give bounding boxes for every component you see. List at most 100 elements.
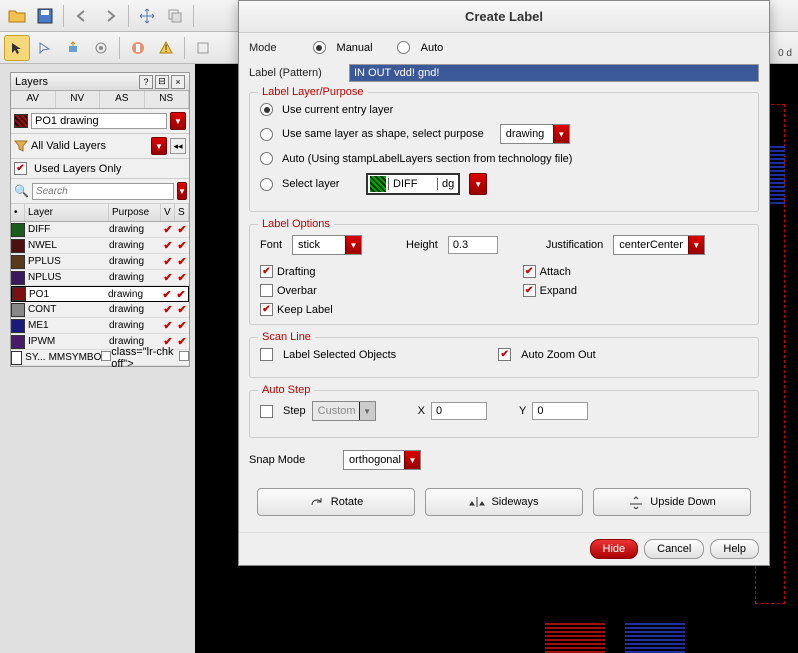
mode-manual-radio[interactable] [313,41,326,54]
opt-same-label: Use same layer as shape, select purpose [282,128,484,140]
opt-current-label: Use current entry layer [282,104,393,116]
upside-button[interactable]: Upside Down [593,488,751,516]
warning-icon[interactable]: ! [153,35,179,61]
close-icon[interactable]: × [171,75,185,89]
layer-row[interactable]: PPLUS drawing ✔ ✔ [11,254,189,270]
justification-combo[interactable]: centerCenter ▼ [613,235,705,255]
layer-dropdown-icon[interactable]: ▼ [170,112,186,130]
layers-panel: Layers ? ⊟ × AV NV AS NS PO1 drawing ▼ A… [10,72,190,367]
attach-checkbox[interactable] [523,265,536,278]
mode-manual-label: Manual [337,42,373,54]
overbar-checkbox[interactable] [260,284,273,297]
search-dropdown-icon[interactable]: ▼ [177,182,187,200]
purpose-combo[interactable]: drawing ▼ [500,124,570,144]
move-icon[interactable] [134,3,160,29]
help-icon[interactable]: ? [139,75,153,89]
opt-same-radio[interactable] [260,128,273,141]
mode-auto-label: Auto [421,42,444,54]
open-icon[interactable] [4,3,30,29]
y-label: Y [519,405,526,417]
opt-select-label: Select layer [282,178,360,190]
tab-ns[interactable]: NS [145,91,190,108]
layer-row[interactable]: PO1 drawing ✔ ✔ [11,286,189,302]
height-label: Height [406,239,438,251]
copy-icon[interactable] [162,3,188,29]
chevron-down-icon: ▼ [553,125,569,143]
tab-av[interactable]: AV [11,91,56,108]
drafting-checkbox[interactable] [260,265,273,278]
scan-legend: Scan Line [258,331,315,343]
chevron-down-icon: ▼ [688,236,704,254]
scan-line-fieldset: Scan Line Label Selected Objects Auto Zo… [249,337,759,378]
layer-purpose-fieldset: Label Layer/Purpose Use current entry la… [249,92,759,212]
layer-row[interactable]: ME1 drawing ✔ ✔ [11,318,189,334]
redo-icon[interactable] [97,3,123,29]
select-layer-combo[interactable]: DIFF dg [366,173,460,195]
upside-icon [628,495,644,509]
stop-icon[interactable] [125,35,151,61]
sideways-icon [469,495,485,509]
font-combo[interactable]: stick ▼ [292,235,362,255]
filter-dropdown-icon[interactable]: ▼ [151,137,167,155]
chevron-down-icon: ▼ [359,402,375,420]
snap-combo[interactable]: orthogonal ▼ [343,450,421,470]
col-visible[interactable]: V [161,204,175,221]
used-only-checkbox[interactable] [14,162,27,175]
col-purpose[interactable]: Purpose [109,204,161,221]
opt-auto-radio[interactable] [260,152,273,165]
keep-checkbox[interactable] [260,303,273,316]
expand-checkbox[interactable] [523,284,536,297]
help-button[interactable]: Help [710,539,759,559]
y-input[interactable] [532,402,588,420]
autostep-legend: Auto Step [258,384,314,396]
svg-text:!: ! [164,43,167,55]
opt-current-radio[interactable] [260,103,273,116]
options-legend: Label Options [258,218,334,230]
layer-row[interactable]: NPLUS drawing ✔ ✔ [11,270,189,286]
save-icon[interactable] [32,3,58,29]
pattern-input[interactable] [349,64,759,82]
layer-legend: Label Layer/Purpose [258,86,368,98]
hide-button[interactable]: Hide [590,539,639,559]
auto-zoom-checkbox[interactable] [498,348,511,361]
used-only-label: Used Layers Only [34,163,121,175]
x-label: X [418,405,425,417]
cursor2-icon[interactable] [32,35,58,61]
col-layer[interactable]: Layer [25,204,109,221]
nav-prev-icon[interactable]: ◂◂ [170,138,186,154]
col-select[interactable]: S [175,204,189,221]
select-icon[interactable] [4,35,30,61]
select-layer-dropdown-icon[interactable]: ▼ [469,173,487,195]
view-tabs: AV NV AS NS [11,91,189,109]
layer-row[interactable]: NWEL drawing ✔ ✔ [11,238,189,254]
x-input[interactable] [431,402,487,420]
step-checkbox[interactable] [260,405,273,418]
layer-row[interactable]: SY... MMSYMBOL class="lr-chk off"> [11,350,189,366]
settings-icon[interactable]: ⊟ [155,75,169,89]
tab-as[interactable]: AS [100,91,145,108]
opt-select-radio[interactable] [260,178,273,191]
sideways-button[interactable]: Sideways [425,488,583,516]
gear-icon[interactable] [88,35,114,61]
step-combo[interactable]: Custom ▼ [312,401,376,421]
sel-objects-checkbox[interactable] [260,348,273,361]
layer-row[interactable]: DIFF drawing ✔ ✔ [11,222,189,238]
coordinate-display: 0 d [778,48,792,59]
via-icon[interactable] [60,35,86,61]
tool-icon[interactable] [190,35,216,61]
rotate-icon [309,495,325,509]
layer-row[interactable]: CONT drawing ✔ ✔ [11,302,189,318]
cancel-button[interactable]: Cancel [644,539,704,559]
mode-auto-radio[interactable] [397,41,410,54]
col-swatch[interactable]: • [11,204,25,221]
label-options-fieldset: Label Options Font stick ▼ Height Justif… [249,224,759,325]
search-input[interactable] [32,183,174,200]
tab-nv[interactable]: NV [56,91,101,108]
filter-label[interactable]: All Valid Layers [31,140,148,152]
current-layer[interactable]: PO1 drawing [31,113,167,129]
current-layer-swatch [14,114,28,128]
height-input[interactable] [448,236,498,254]
undo-icon[interactable] [69,3,95,29]
layer-swatch-icon [370,176,386,192]
rotate-button[interactable]: Rotate [257,488,415,516]
